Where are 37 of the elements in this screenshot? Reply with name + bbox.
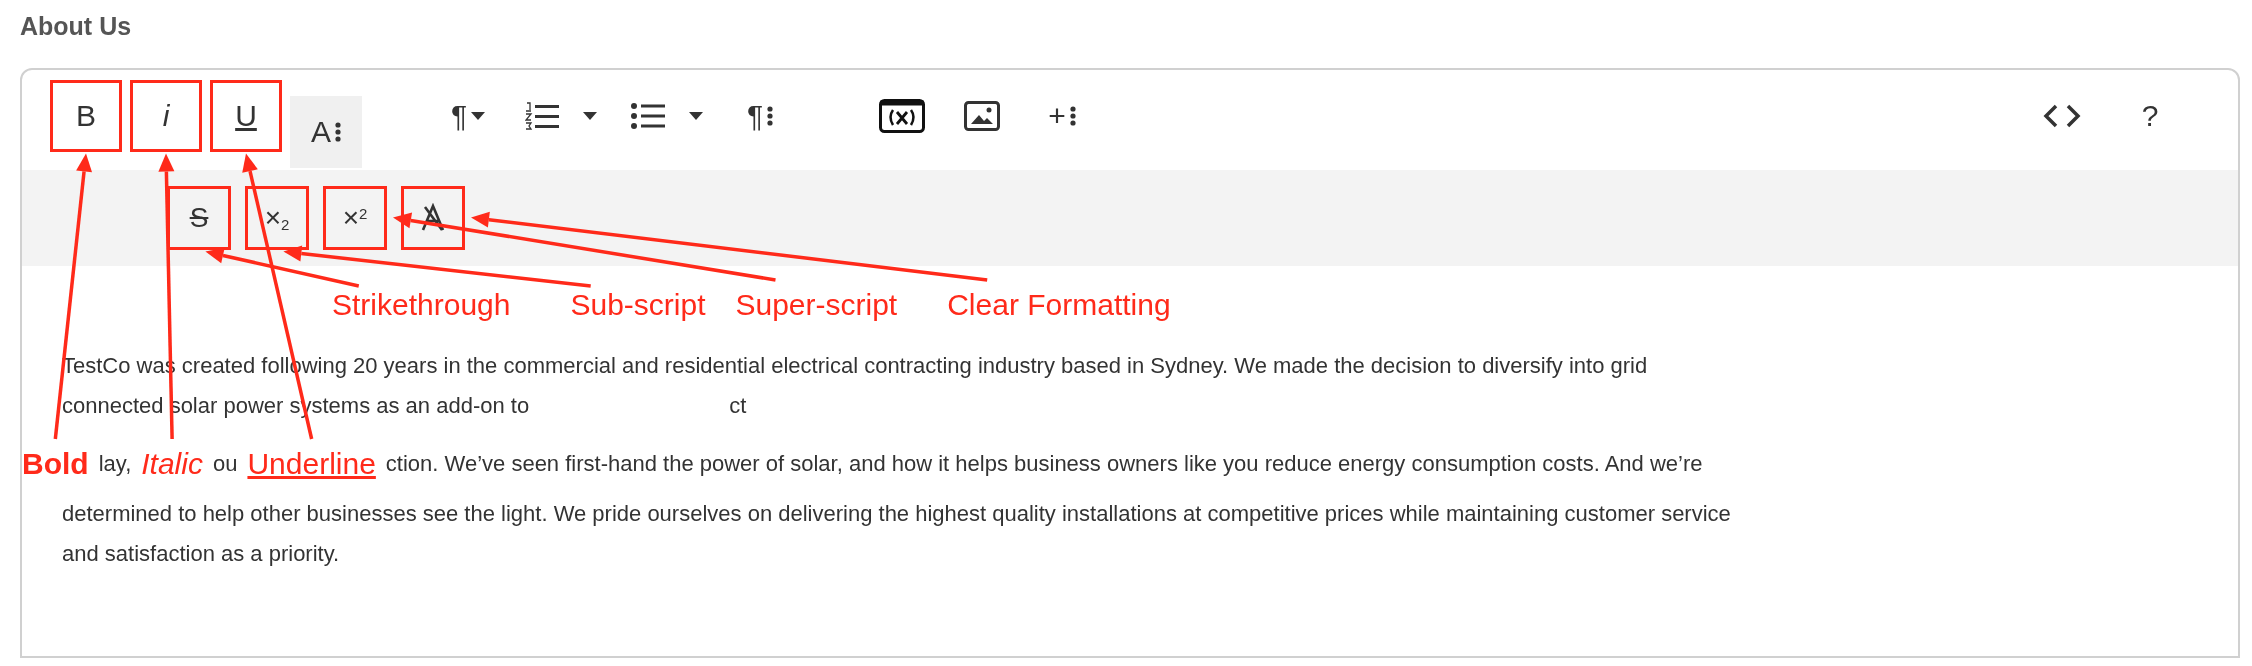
- callout-label: Super-script: [735, 287, 898, 323]
- paragraph-format-button[interactable]: ¶: [432, 79, 504, 152]
- body-text: ou: [212, 450, 238, 478]
- underline-button[interactable]: U: [210, 79, 282, 152]
- more-icon: [335, 120, 341, 143]
- clear-formatting-button[interactable]: [401, 185, 465, 250]
- more-icon: [1069, 104, 1076, 127]
- variable-icon: [879, 98, 925, 133]
- subscript-button[interactable]: ×$_{2}$: [245, 185, 309, 250]
- body-text: ct: [729, 392, 747, 420]
- body-text: determined to help other businesses see the light. We pride ourselves on delivering the highest quality installations at competitive prices while maintaining customer service: [62, 500, 1731, 528]
- more-icon: [767, 104, 774, 127]
- code-icon: [2042, 102, 2082, 129]
- font-size-button[interactable]: A: [290, 95, 362, 168]
- italic-button[interactable]: i: [130, 79, 202, 152]
- help-button[interactable]: ?: [2114, 79, 2186, 152]
- strikethrough-button[interactable]: S: [167, 185, 231, 250]
- callout-label: Sub-script: [570, 287, 706, 323]
- body-text: ction. We’ve seen first-hand the power of solar, and how it helps business owners like you reduce energy consumption costs. And we’re: [385, 450, 1703, 478]
- body-text: and satisfaction as a priority.: [62, 540, 340, 568]
- body-text: lay,: [98, 450, 132, 478]
- caret-icon: [689, 111, 703, 120]
- superscript-button[interactable]: ×$^{2}$: [323, 185, 387, 250]
- bold-button[interactable]: B: [50, 79, 122, 152]
- caret-icon: [471, 111, 486, 120]
- section-title: About Us: [20, 11, 133, 42]
- paragraph-more-button[interactable]: ¶: [724, 79, 796, 152]
- caret-icon: [583, 111, 597, 120]
- image-icon: [964, 100, 1000, 131]
- callout-label: Italic: [141, 446, 203, 482]
- callout-label: Strikethrough: [332, 287, 511, 323]
- callout-label: Bold: [22, 446, 89, 482]
- ordered-list-icon: [525, 101, 559, 130]
- callout-label: Clear Formatting: [947, 287, 1171, 323]
- callout-label: Underline: [247, 446, 376, 482]
- bullet-list-icon: [631, 102, 665, 129]
- insert-more-button[interactable]: +: [1026, 79, 1098, 152]
